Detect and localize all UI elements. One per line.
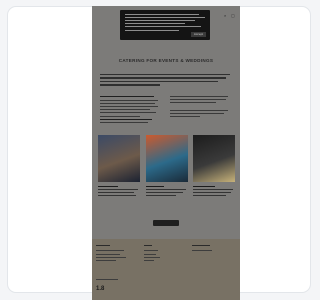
footer-column <box>144 245 184 264</box>
body-text-right <box>170 96 230 119</box>
caption-1 <box>98 186 140 198</box>
intro-text <box>100 74 232 88</box>
cta-button[interactable] <box>153 220 179 226</box>
caption-3 <box>193 186 235 198</box>
search-icon[interactable]: ⌕ <box>224 14 228 18</box>
page-title: CATERING FOR EVENTS & WEDDINGS <box>118 58 214 63</box>
cookie-accept-button[interactable]: Accept <box>191 32 206 37</box>
bag-icon[interactable]: ▢ <box>231 14 235 18</box>
site-header: Accept ⌕ ▢ <box>92 6 240 42</box>
chef-photo <box>98 135 140 182</box>
site-footer: 1.8 <box>92 239 240 300</box>
footer-logo: 1.8 <box>96 286 105 292</box>
dishes-photo <box>146 135 188 182</box>
kitchen-photo <box>193 135 235 182</box>
cookie-banner: Accept <box>120 10 210 40</box>
footer-column <box>192 245 232 254</box>
main-nav <box>120 47 212 51</box>
footer-column <box>96 245 136 264</box>
webpage-preview: Accept ⌕ ▢ CATERING FOR EVENTS & WEDDING… <box>92 6 240 300</box>
caption-2 <box>146 186 188 198</box>
body-text-left <box>100 96 160 125</box>
